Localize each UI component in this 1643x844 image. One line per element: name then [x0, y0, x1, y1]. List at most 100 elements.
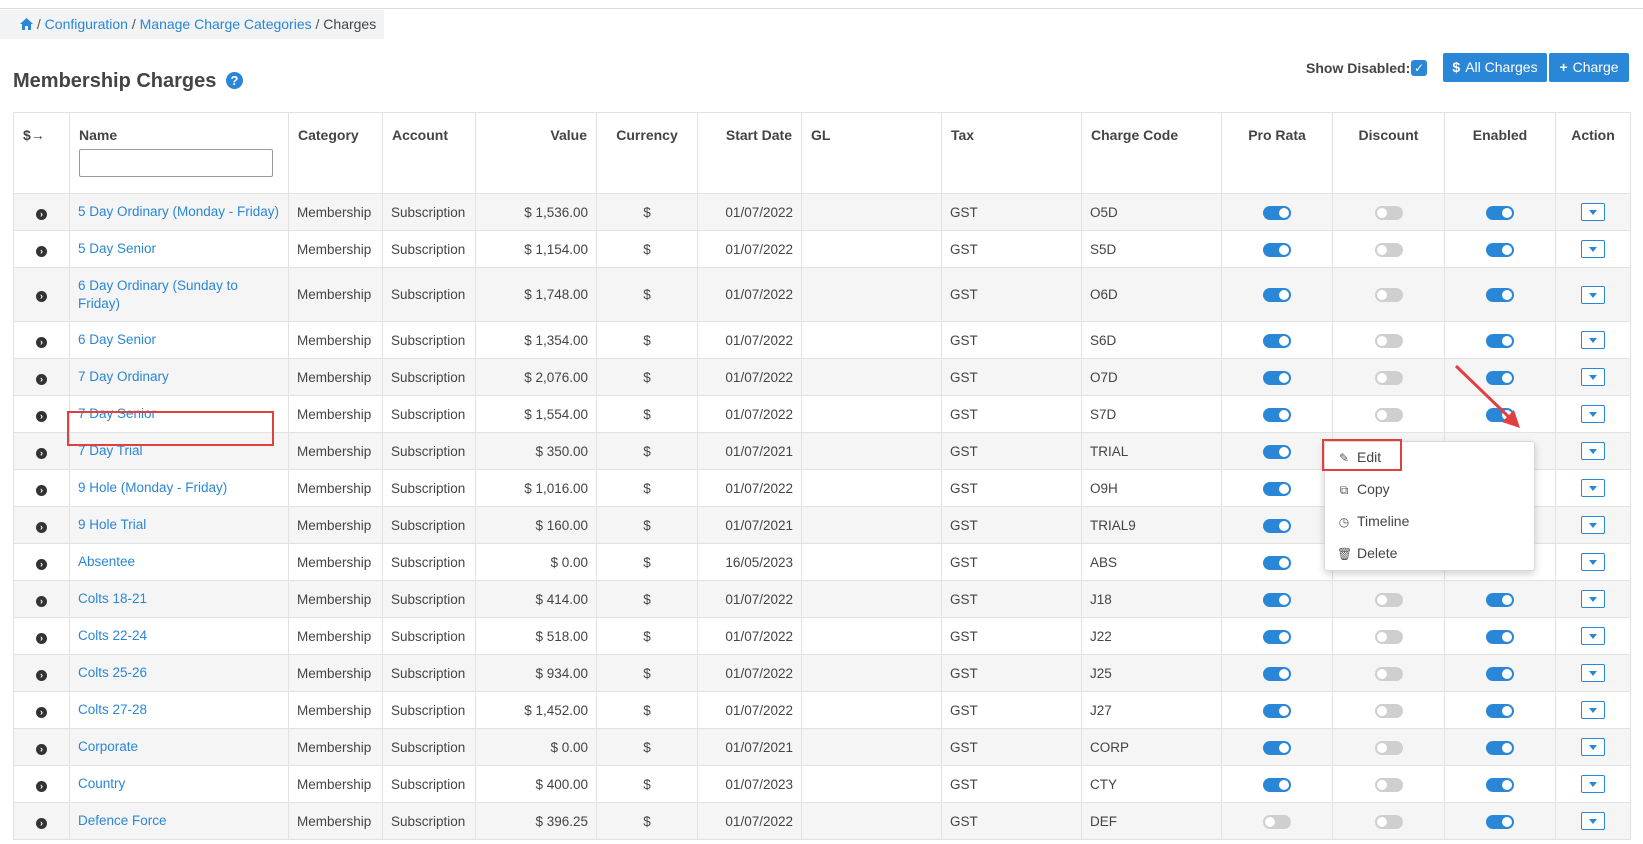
- column-header-start-date[interactable]: Start Date: [697, 112, 802, 194]
- column-header-discount[interactable]: Discount: [1332, 112, 1445, 194]
- action-dropdown-button[interactable]: [1581, 701, 1605, 719]
- action-dropdown-button[interactable]: [1581, 812, 1605, 830]
- action-dropdown-button[interactable]: [1581, 331, 1605, 349]
- pro-rata-toggle[interactable]: [1263, 777, 1291, 792]
- breadcrumb-configuration[interactable]: Configuration: [45, 16, 128, 32]
- expand-row-icon[interactable]: ›: [36, 291, 47, 302]
- menu-item-timeline[interactable]: ◷ Timeline: [1325, 506, 1534, 536]
- pro-rata-toggle[interactable]: [1263, 592, 1291, 607]
- charge-name-link[interactable]: Colts 27-28: [78, 702, 147, 717]
- expand-row-icon[interactable]: ›: [36, 595, 47, 607]
- add-charge-button[interactable]: + Charge: [1549, 53, 1629, 82]
- discount-toggle[interactable]: [1374, 288, 1403, 303]
- enabled-toggle[interactable]: [1486, 205, 1514, 220]
- pro-rata-toggle[interactable]: [1263, 205, 1291, 220]
- action-dropdown-button[interactable]: [1581, 738, 1605, 756]
- column-header-category[interactable]: Category: [288, 112, 383, 194]
- discount-toggle[interactable]: [1374, 205, 1403, 220]
- pro-rata-toggle[interactable]: [1263, 555, 1291, 570]
- pro-rata-toggle[interactable]: [1263, 242, 1291, 257]
- pro-rata-toggle[interactable]: [1263, 666, 1291, 681]
- expand-row-icon[interactable]: ›: [36, 521, 47, 533]
- charge-name-link[interactable]: Country: [78, 776, 125, 791]
- charge-name-link[interactable]: 5 Day Senior: [78, 241, 156, 256]
- enabled-toggle[interactable]: [1486, 370, 1514, 385]
- charge-name-link[interactable]: Absentee: [78, 554, 135, 569]
- enabled-toggle[interactable]: [1486, 777, 1514, 792]
- expand-row-icon[interactable]: ›: [36, 632, 47, 644]
- column-header-value[interactable]: Value: [475, 112, 597, 194]
- action-dropdown-button[interactable]: [1581, 553, 1605, 571]
- action-dropdown-button[interactable]: [1581, 590, 1605, 608]
- charge-name-link[interactable]: 7 Day Senior: [78, 406, 156, 421]
- discount-toggle[interactable]: [1374, 703, 1403, 718]
- pro-rata-toggle[interactable]: [1263, 288, 1291, 303]
- discount-toggle[interactable]: [1374, 407, 1403, 422]
- column-header-currency[interactable]: Currency: [596, 112, 698, 194]
- column-header-account[interactable]: Account: [382, 112, 476, 194]
- pro-rata-toggle[interactable]: [1263, 740, 1291, 755]
- discount-toggle[interactable]: [1374, 333, 1403, 348]
- charge-name-link[interactable]: Colts 22-24: [78, 628, 147, 643]
- enabled-toggle[interactable]: [1486, 629, 1514, 644]
- expand-row-icon[interactable]: ›: [36, 558, 47, 570]
- enabled-toggle[interactable]: [1486, 288, 1514, 303]
- show-disabled-checkbox[interactable]: ✓: [1411, 60, 1427, 76]
- menu-item-delete[interactable]: 🗑 Delete: [1325, 538, 1534, 568]
- column-header-charge-code[interactable]: Charge Code: [1081, 112, 1222, 194]
- expand-row-icon[interactable]: ›: [36, 336, 47, 348]
- discount-toggle[interactable]: [1374, 629, 1403, 644]
- column-header-name-label[interactable]: Name: [79, 127, 117, 143]
- column-header-enabled[interactable]: Enabled: [1444, 112, 1556, 194]
- enabled-toggle[interactable]: [1486, 814, 1514, 829]
- pro-rata-toggle[interactable]: [1263, 370, 1291, 385]
- expand-row-icon[interactable]: ›: [36, 706, 47, 718]
- charge-name-link[interactable]: 9 Hole (Monday - Friday): [78, 480, 227, 495]
- charge-name-link[interactable]: 7 Day Ordinary: [78, 369, 169, 384]
- charge-name-link[interactable]: 9 Hole Trial: [78, 517, 146, 532]
- expand-row-icon[interactable]: ›: [36, 447, 47, 459]
- name-filter-input[interactable]: [79, 149, 273, 177]
- action-dropdown-button[interactable]: [1581, 285, 1605, 304]
- home-icon[interactable]: [20, 11, 33, 40]
- all-charges-button[interactable]: $ All Charges: [1443, 53, 1547, 82]
- charge-name-link[interactable]: 6 Day Senior: [78, 332, 156, 347]
- charge-name-link[interactable]: Defence Force: [78, 813, 167, 828]
- discount-toggle[interactable]: [1374, 370, 1403, 385]
- charge-name-link[interactable]: Colts 18-21: [78, 591, 147, 606]
- action-dropdown-button[interactable]: [1581, 775, 1605, 793]
- expand-row-icon[interactable]: ›: [36, 373, 47, 385]
- help-icon[interactable]: ?: [225, 72, 243, 89]
- discount-toggle[interactable]: [1374, 740, 1403, 755]
- menu-item-copy[interactable]: ⧉ Copy: [1325, 474, 1534, 504]
- charge-name-link[interactable]: 6 Day Ordinary (Sunday to Friday): [78, 278, 238, 311]
- action-dropdown-button[interactable]: [1581, 405, 1605, 423]
- enabled-toggle[interactable]: [1486, 740, 1514, 755]
- action-dropdown-button[interactable]: [1581, 368, 1605, 386]
- pro-rata-toggle[interactable]: [1263, 814, 1291, 829]
- charge-name-link[interactable]: Corporate: [78, 739, 138, 754]
- pro-rata-toggle[interactable]: [1263, 481, 1291, 496]
- charge-name-link[interactable]: 7 Day Trial: [78, 443, 143, 458]
- enabled-toggle[interactable]: [1486, 666, 1514, 681]
- column-header-tax[interactable]: Tax: [941, 112, 1082, 194]
- enabled-toggle[interactable]: [1486, 592, 1514, 607]
- expand-row-icon[interactable]: ›: [36, 817, 47, 829]
- action-dropdown-button[interactable]: [1581, 442, 1605, 460]
- action-dropdown-button[interactable]: [1581, 479, 1605, 497]
- expand-row-icon[interactable]: ›: [36, 245, 47, 257]
- action-dropdown-button[interactable]: [1581, 627, 1605, 645]
- enabled-toggle[interactable]: [1486, 242, 1514, 257]
- discount-toggle[interactable]: [1374, 242, 1403, 257]
- expand-row-icon[interactable]: ›: [36, 743, 47, 755]
- enabled-toggle[interactable]: [1486, 703, 1514, 718]
- action-dropdown-button[interactable]: [1581, 664, 1605, 682]
- column-header-expand[interactable]: $→: [13, 112, 70, 194]
- pro-rata-toggle[interactable]: [1263, 518, 1291, 533]
- expand-row-icon[interactable]: ›: [36, 410, 47, 422]
- expand-row-icon[interactable]: ›: [36, 484, 47, 496]
- expand-row-icon[interactable]: ›: [36, 780, 47, 792]
- column-header-pro-rata[interactable]: Pro Rata: [1221, 112, 1333, 194]
- discount-toggle[interactable]: [1374, 666, 1403, 681]
- charge-name-link[interactable]: 5 Day Ordinary (Monday - Friday): [78, 204, 279, 219]
